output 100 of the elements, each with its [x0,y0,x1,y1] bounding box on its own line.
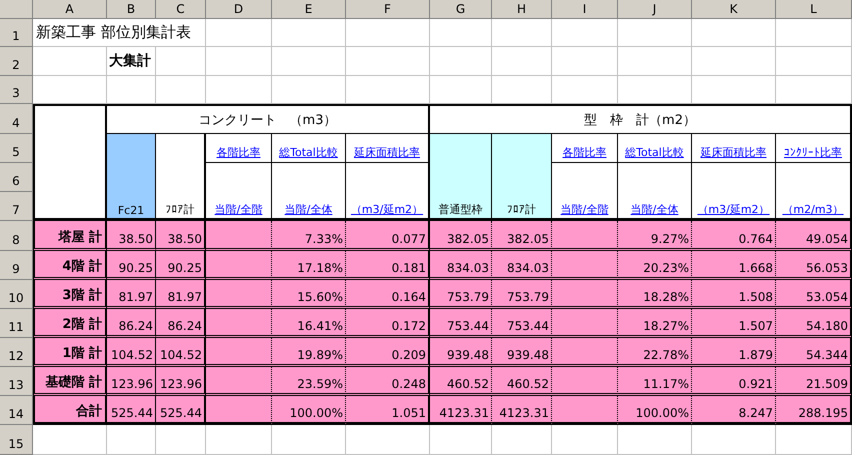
table-cell: 100.00% [272,396,346,425]
table-cell: 0.181 [346,251,430,280]
unit-label: （m3/延m2） [346,163,430,221]
unit-label: 当階/全体 [618,163,692,221]
row-label: 4階 計 [33,251,107,280]
table-cell: 104.52 [107,338,156,367]
row-label: 塔屋 計 [33,221,107,251]
row-header[interactable]: 12 [0,338,33,367]
row-label: 2階 計 [33,309,107,338]
row-label: 1階 計 [33,338,107,367]
column-heading: 延床面積比率 [346,134,430,163]
table-cell: 834.03 [430,251,492,280]
table-cell: 18.28% [618,280,692,309]
column-heading: 延床面積比率 [692,134,776,163]
table-cell: 56.053 [776,251,852,280]
row-header[interactable]: 14 [0,396,33,425]
table-cell: 0.209 [346,338,430,367]
row-label: 合計 [33,396,107,425]
table-cell: 753.79 [492,280,552,309]
row-header[interactable]: 5 [0,134,33,163]
empty-cell [492,19,552,47]
column-header[interactable]: C [156,0,206,19]
row-header[interactable]: 9 [0,251,33,280]
column-header[interactable]: I [552,0,618,19]
column-heading: ｺﾝｸﾘｰﾄ比率 [776,134,852,163]
table-cell: 0.077 [346,221,430,251]
table-cell: 0.172 [346,309,430,338]
row-header[interactable]: 2 [0,47,33,76]
column-heading: Fc21 [107,134,156,221]
row-header[interactable]: 7 [0,192,33,221]
empty-cell [430,19,492,47]
group-header: コンクリート （m3） [107,104,430,134]
table-cell: 460.52 [430,367,492,396]
table-cell: 38.50 [156,221,206,251]
column-header[interactable]: E [272,0,346,19]
table-cell: 38.50 [107,221,156,251]
row-header[interactable]: 4 [0,104,33,134]
table-cell: 104.52 [156,338,206,367]
row-header[interactable]: 11 [0,309,33,338]
column-header[interactable]: G [430,0,492,19]
row-label: 基礎階 計 [33,367,107,396]
column-header[interactable]: K [692,0,776,19]
table-cell: 753.44 [430,309,492,338]
table-cell: 288.195 [776,396,852,425]
column-header[interactable]: L [776,0,852,19]
table-cell: 9.27% [618,221,692,251]
table-cell: 7.33% [272,221,346,251]
row-label: 3階 計 [33,280,107,309]
unit-label: （m3/延m2） [692,163,776,221]
column-heading: 普通型枠 [430,134,492,221]
column-heading: ﾌﾛｱ計 [492,134,552,221]
table-cell: 0.248 [346,367,430,396]
row-header[interactable]: 13 [0,367,33,396]
row-header[interactable]: 3 [0,76,33,104]
unit-label: 当階/全階 [206,163,272,221]
select-all-corner[interactable] [0,0,33,19]
table-cell: 20.23% [618,251,692,280]
table-cell: 54.344 [776,338,852,367]
empty-cell [206,47,272,76]
table-cell: 86.24 [156,309,206,338]
table-cell: 1.668 [692,251,776,280]
row-header[interactable]: 15 [0,425,33,455]
table-cell: 753.44 [492,309,552,338]
table-cell: 4123.31 [430,396,492,425]
table-cell: 0.921 [692,367,776,396]
column-header[interactable]: A [33,0,107,19]
column-header[interactable]: H [492,0,552,19]
table-cell: 1.879 [692,338,776,367]
column-header[interactable]: F [346,0,430,19]
table-cell: 939.48 [492,338,552,367]
column-header[interactable]: D [206,0,272,19]
column-header[interactable]: J [618,0,692,19]
row-header[interactable]: 8 [0,221,33,251]
row-header[interactable]: 1 [0,19,33,47]
table-cell: 81.97 [156,280,206,309]
table-cell: 1.508 [692,280,776,309]
table-cell: 1.507 [692,309,776,338]
table-cell: 834.03 [492,251,552,280]
table-cell: 15.60% [272,280,346,309]
column-heading: 総Total比較 [618,134,692,163]
empty-cell [430,47,492,76]
column-header[interactable]: B [107,0,156,19]
table-cell: 16.41% [272,309,346,338]
column-heading: ﾌﾛｱ計 [156,134,206,221]
table-cell: 8.247 [692,396,776,425]
table-cell: 1.051 [346,396,430,425]
row-header[interactable]: 6 [0,163,33,192]
table-cell: 22.78% [618,338,692,367]
table-cell: 100.00% [618,396,692,425]
table-cell: 11.17% [618,367,692,396]
table-cell: 53.054 [776,280,852,309]
table-cell: 86.24 [107,309,156,338]
table-cell: 90.25 [156,251,206,280]
table-cell: 0.764 [692,221,776,251]
table-cell: 54.180 [776,309,852,338]
row-header[interactable]: 10 [0,280,33,309]
table-cell: 90.25 [107,251,156,280]
table-cell: 123.96 [107,367,156,396]
table-cell: 21.509 [776,367,852,396]
empty-cell [552,47,618,76]
